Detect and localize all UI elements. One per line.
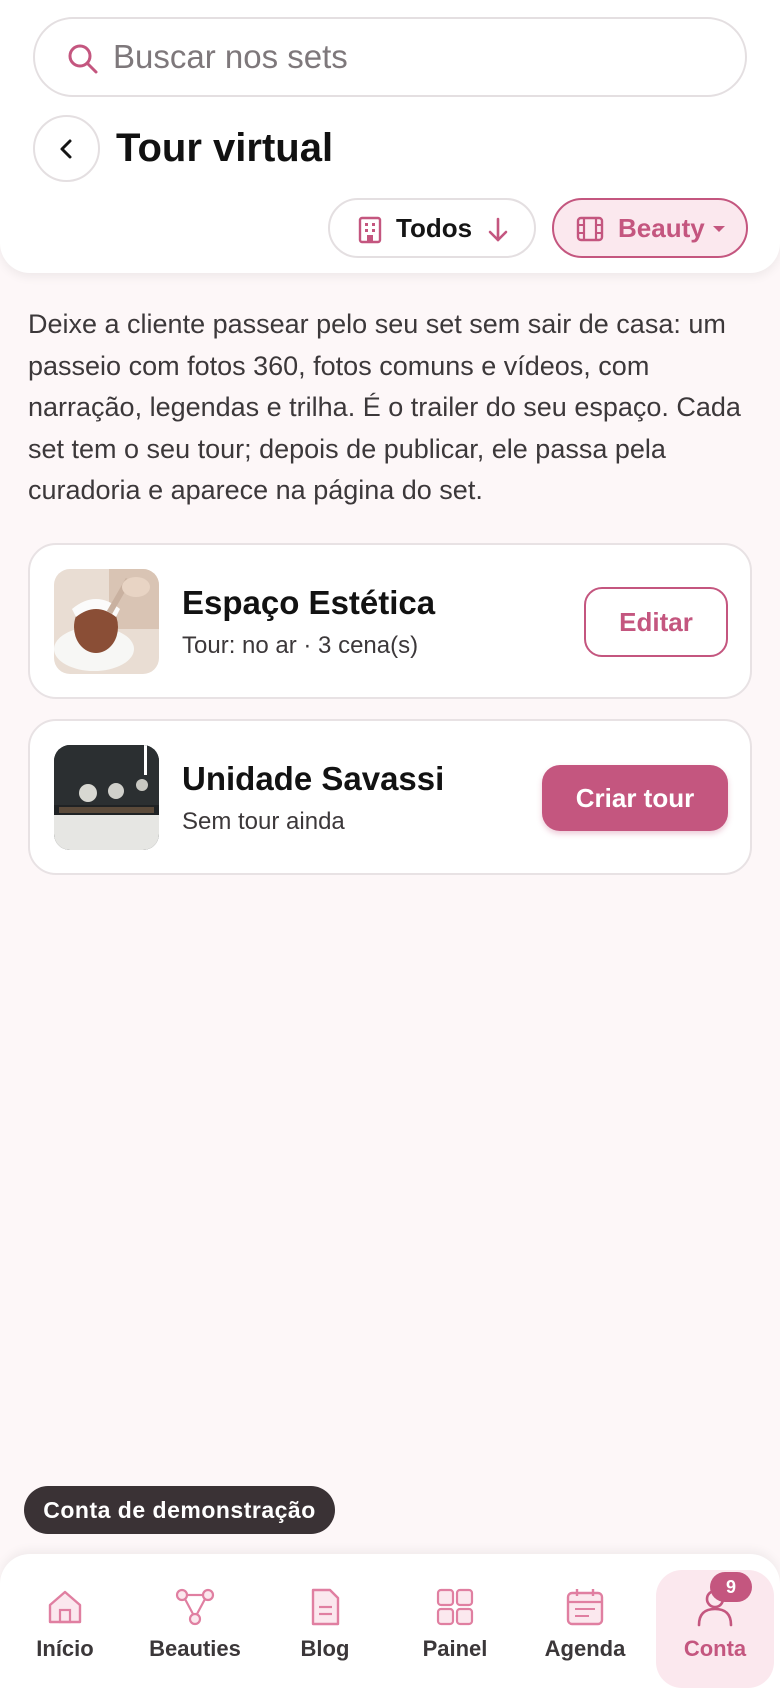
- sort-filter-label: Todos: [396, 213, 473, 243]
- nav-item-beauties[interactable]: Beauties: [135, 1554, 255, 1688]
- demo-account-badge: Conta de demonstração: [24, 1486, 335, 1534]
- document-icon: [311, 1588, 340, 1626]
- nav-label: Painel: [422, 1636, 488, 1661]
- page-title: Tour virtual: [116, 126, 334, 170]
- set-thumbnail: [54, 745, 159, 850]
- bottom-nav: Início Beauties Blog Painel Agenda Conta: [0, 1554, 780, 1688]
- set-thumbnail: [54, 569, 159, 674]
- set-status: Sem tour ainda: [182, 808, 345, 835]
- edit-tour-button[interactable]: Editar: [584, 587, 728, 657]
- top-header: Buscar nos sets Tour virtual Todos Beaut…: [0, 0, 780, 273]
- search-input[interactable]: Buscar nos sets: [33, 17, 747, 97]
- nav-label: Beauties: [149, 1636, 241, 1661]
- nav-item-blog[interactable]: Blog: [265, 1554, 385, 1688]
- nav-item-painel[interactable]: Painel: [395, 1554, 515, 1688]
- search-placeholder: Buscar nos sets: [113, 38, 348, 75]
- caret-down-icon: [713, 226, 725, 232]
- home-icon: [48, 1590, 82, 1624]
- nav-label: Blog: [300, 1636, 350, 1661]
- notification-badge: 9: [710, 1572, 752, 1602]
- search-icon: [68, 44, 98, 74]
- building-icon: [358, 216, 382, 244]
- network-icon: [175, 1588, 215, 1626]
- chevron-left-icon: [60, 139, 71, 158]
- create-tour-button[interactable]: Criar tour: [542, 765, 728, 831]
- category-filter-label: Beauty: [618, 213, 705, 243]
- grid-icon: [436, 1588, 474, 1626]
- set-card: Unidade Savassi Sem tour ainda Criar tou…: [28, 719, 752, 875]
- arrow-down-icon: [488, 217, 508, 242]
- set-status: Tour: no ar · 3 cena(s): [182, 632, 419, 659]
- nav-label: Início: [36, 1636, 94, 1661]
- nav-item-agenda[interactable]: Agenda: [525, 1554, 645, 1688]
- set-name: Espaço Estética: [182, 584, 436, 621]
- set-name: Unidade Savassi: [182, 760, 445, 797]
- description-text: Deixe a cliente passear pelo seu set sem…: [28, 309, 741, 505]
- back-button[interactable]: [33, 115, 100, 182]
- nav-item-inicio[interactable]: Início: [5, 1554, 125, 1688]
- nav-label: Agenda: [544, 1636, 626, 1661]
- set-card: Espaço Estética Tour: no ar · 3 cena(s) …: [28, 543, 752, 699]
- category-filter-chip[interactable]: Beauty: [552, 198, 748, 258]
- nav-label: Conta: [683, 1636, 747, 1661]
- calendar-icon: [566, 1589, 604, 1626]
- sort-filter-chip[interactable]: Todos: [328, 198, 536, 258]
- film-icon: [576, 216, 604, 242]
